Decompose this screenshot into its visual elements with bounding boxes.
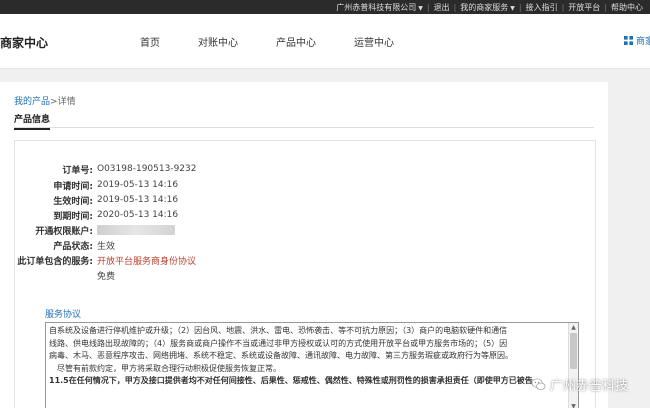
agreement-line: 尽管有前款约定，甲方将采取合理行动积极促使服务恢复正常。	[49, 363, 281, 373]
expire-time-value: 2020-05-13 14:16	[97, 210, 179, 220]
apply-time-label: 申请时间:	[53, 181, 93, 192]
scroll-down-icon[interactable]: ▼	[569, 402, 578, 408]
merchant-link-label: 商家	[635, 37, 650, 47]
expire-time-label: 到期时间:	[53, 211, 93, 222]
status-value: 生效	[97, 241, 116, 252]
service-agreement-link[interactable]: 开放平台服务商身份协议	[97, 254, 196, 267]
merchant-link[interactable]: 商家	[623, 34, 650, 47]
agreement-line: 病毒、木马、恶意程序攻击、网络拥堵、系统不稳定、系统或设备故障、通讯故障、电力故…	[49, 351, 513, 360]
agreement-line: 自系统及设备进行停机维护或升级；（2）因台风、地震、洪水、雷电、恐怖袭击、等不可…	[49, 326, 508, 335]
content-panel: 我的产品>详情 产品信息 订单号: O03198-190513-9232 申请时…	[0, 82, 608, 408]
services-label: 此订单包含的服务:	[17, 256, 93, 267]
breadcrumb: 我的产品>详情	[14, 94, 76, 107]
breadcrumb-separator: >	[50, 97, 58, 107]
guide-link[interactable]: 接入指引	[523, 2, 561, 13]
expire-time-row: 到期时间: 2020-05-13 14:16	[15, 208, 178, 222]
agreement-scrollbar[interactable]: ▲ ▼	[568, 323, 578, 408]
top-bar: 广州赤普科技有限公司 ▼ | 退出 | 我的商家服务 ▼ | 接入指引 | 开放平台…	[0, 0, 650, 14]
apply-time-value: 2019-05-13 14:16	[97, 180, 179, 190]
effective-time-row: 生效时间: 2019-05-13 14:16	[15, 193, 178, 207]
order-no-value: O03198-190513-9232	[97, 164, 197, 174]
watermark-text: 广州赤普科技	[549, 379, 628, 394]
status-row: 产品状态: 生效	[15, 238, 115, 252]
brand-title[interactable]: 商家中心	[0, 34, 48, 51]
scroll-up-icon[interactable]: ▲	[569, 323, 578, 332]
chevron-down-icon: ▼	[418, 5, 423, 12]
account-row: 开通权限账户:	[15, 223, 175, 237]
wechat-icon	[531, 377, 546, 392]
breadcrumb-current: 详情	[57, 97, 76, 107]
nav-operations[interactable]: 运营中心	[354, 34, 394, 49]
effective-time-value: 2019-05-13 14:16	[97, 195, 179, 205]
nav-reconciliation[interactable]: 对账中心	[198, 34, 238, 49]
my-services-menu[interactable]: 我的商家服务 ▼	[457, 2, 518, 13]
company-name-label: 广州赤普科技有限公司	[336, 3, 417, 12]
price-value: 免费	[97, 271, 116, 282]
apply-time-row: 申请时间: 2019-05-13 14:16	[15, 178, 178, 192]
open-platform-link[interactable]: 开放平台	[565, 2, 603, 13]
effective-time-label: 生效时间:	[53, 196, 93, 207]
breadcrumb-my-products[interactable]: 我的产品	[14, 97, 50, 107]
my-services-label: 我的商家服务	[460, 3, 509, 12]
nav-home[interactable]: 首页	[140, 34, 160, 49]
nav-products[interactable]: 产品中心	[276, 34, 316, 49]
status-label: 产品状态:	[53, 241, 93, 252]
agreement-textarea[interactable]: 自系统及设备进行停机维护或升级；（2）因台风、地震、洪水、雷电、恐怖袭击、等不可…	[45, 322, 579, 408]
agreement-line: 11.5在任何情况下，甲方及接口提供者均不对任何间接性、后果性、惩戒性、偶然性、…	[49, 376, 533, 385]
main-header: 商家中心 首页 对账中心 产品中心 运营中心 商家	[0, 14, 650, 69]
divider	[14, 127, 594, 128]
order-no-label: 订单号:	[62, 165, 93, 176]
company-name-menu[interactable]: 广州赤普科技有限公司 ▼	[333, 2, 426, 13]
agreement-line: 线路、供电线路出现故障的；（4）服务商或商户操作不当或通过非甲方授权或认可的方式…	[49, 338, 508, 348]
redacted-account	[97, 225, 175, 235]
price-row: 免费	[15, 268, 115, 282]
order-no-row: 订单号: O03198-190513-9232	[15, 162, 196, 176]
agreement-title: 服务协议	[45, 310, 82, 320]
product-detail-card: 订单号: O03198-190513-9232 申请时间: 2019-05-13…	[14, 140, 596, 408]
agreement-text: 自系统及设备进行停机维护或升级；（2）因台风、地震、洪水、雷电、恐怖袭击、等不可…	[49, 325, 565, 388]
services-row: 此订单包含的服务: 开放平台服务商身份协议	[15, 253, 196, 267]
grid-icon	[623, 36, 633, 45]
help-center-link[interactable]: 帮助中心	[608, 2, 646, 13]
scrollbar-thumb[interactable]	[570, 333, 577, 369]
logout-link[interactable]: 退出	[431, 2, 453, 13]
chevron-down-icon: ▼	[510, 5, 515, 12]
account-label: 开通权限账户:	[35, 226, 93, 237]
watermark: 广州赤普科技	[531, 375, 628, 394]
